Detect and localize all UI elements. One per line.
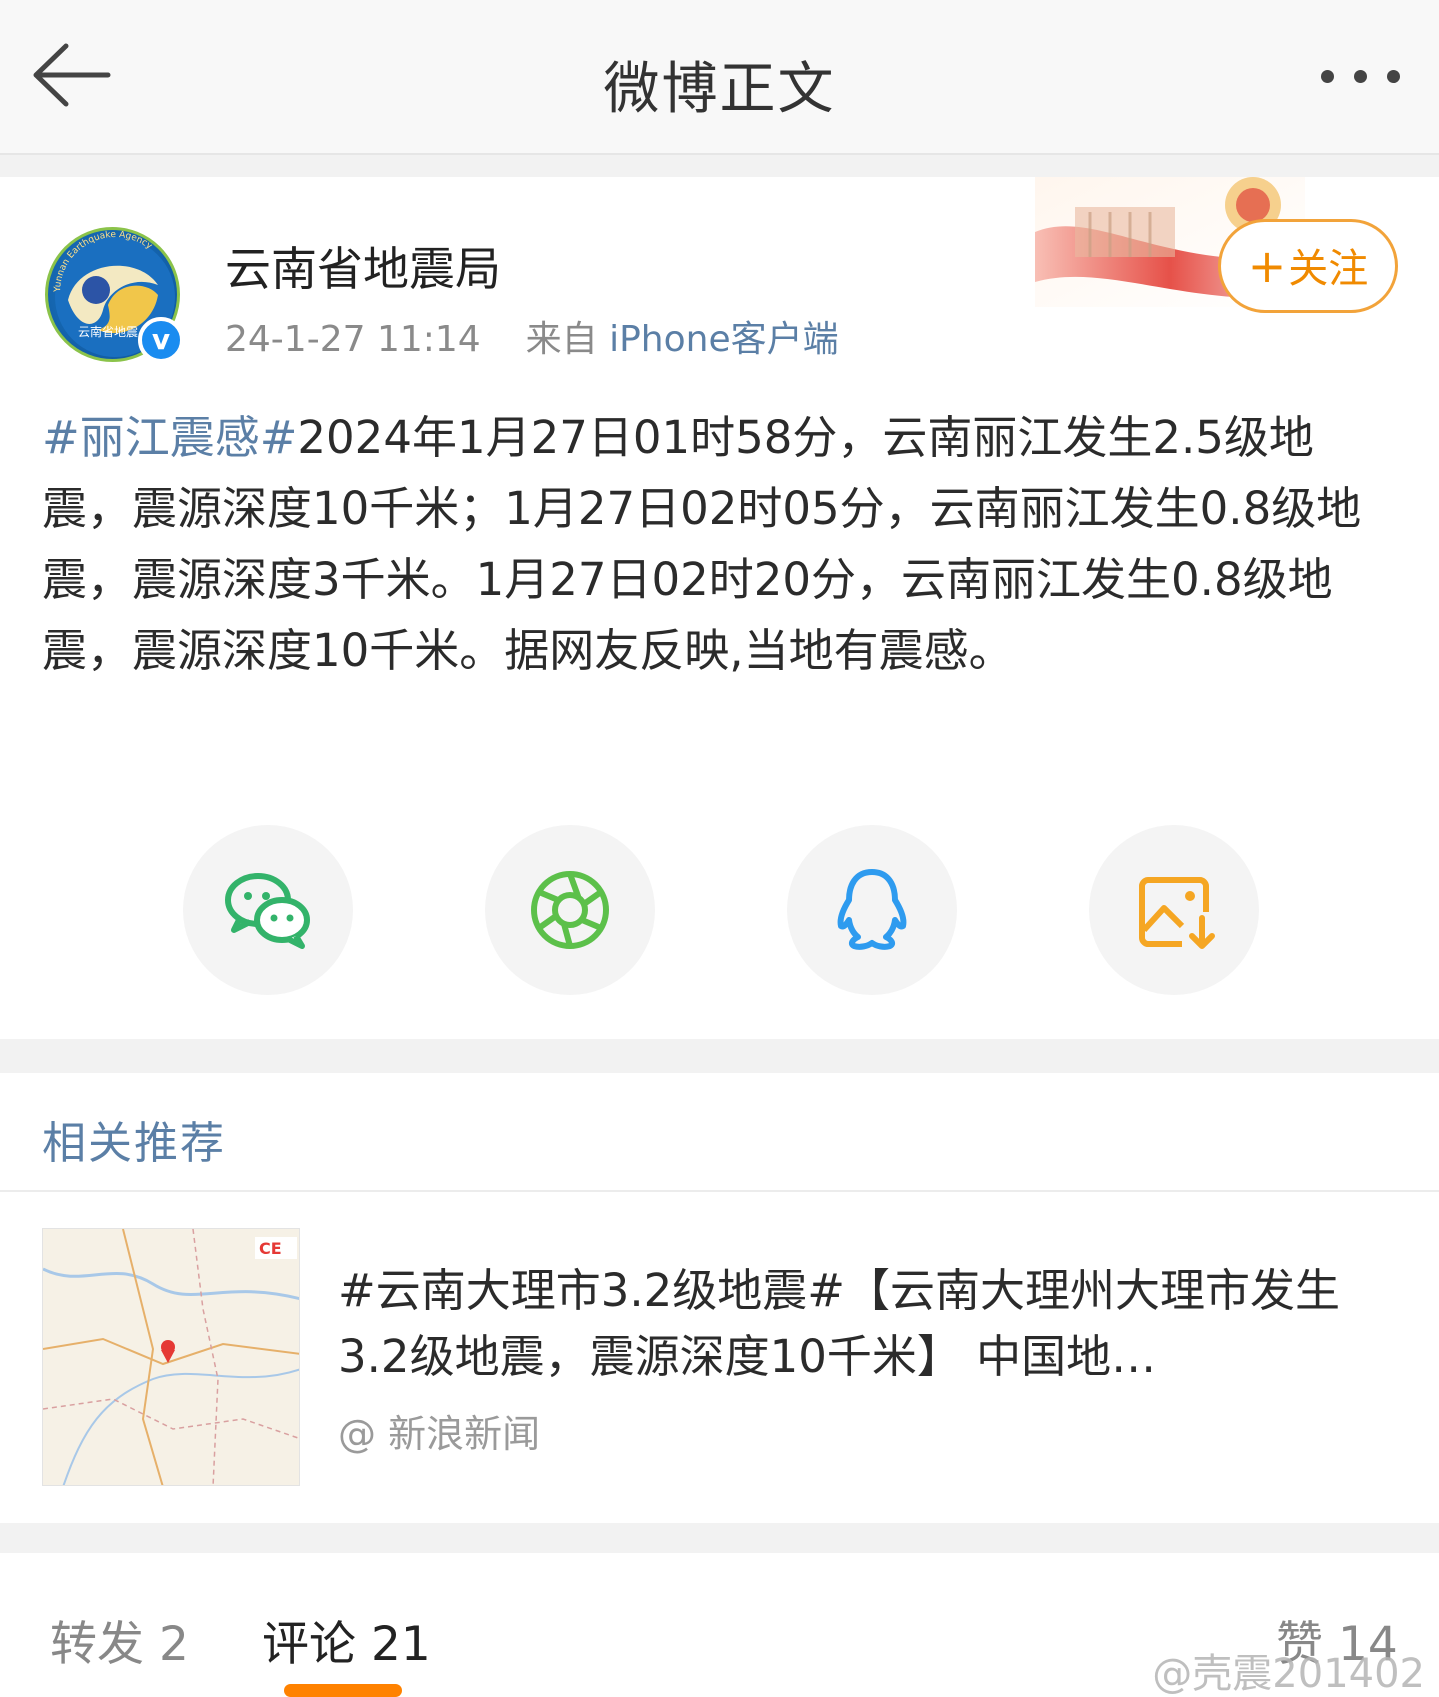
share-moments-button[interactable] bbox=[485, 825, 655, 995]
follow-label: 关注 bbox=[1288, 246, 1369, 292]
qq-icon bbox=[837, 869, 907, 950]
verified-badge-icon: v bbox=[138, 317, 184, 363]
related-item-source: @ 新浪新闻 bbox=[338, 1412, 541, 1456]
source-client[interactable]: iPhone客户端 bbox=[609, 319, 839, 360]
timestamp: 24-1-27 11:14 bbox=[225, 319, 481, 360]
share-qq-button[interactable] bbox=[787, 825, 957, 995]
related-title: 相关推荐 bbox=[42, 1118, 226, 1169]
source-prefix: 来自 bbox=[525, 319, 598, 360]
topic-link[interactable]: #丽江震感# bbox=[42, 411, 297, 464]
post-body: #丽江震感#2024年1月27日01时58分，云南丽江发生2.5级地震，震源深度… bbox=[42, 402, 1382, 686]
map-thumbnail[interactable]: CE bbox=[42, 1228, 300, 1486]
share-wechat-button[interactable] bbox=[183, 825, 353, 995]
svg-text:云南省地震: 云南省地震 bbox=[78, 324, 138, 339]
map-image: CE bbox=[43, 1229, 299, 1485]
divider bbox=[0, 1190, 1439, 1192]
post-card: 云南省地震 Yunnan Earthquake Agency v 云南省地震局 … bbox=[0, 177, 1439, 1039]
active-tab-indicator bbox=[284, 1684, 402, 1697]
related-item-text[interactable]: #云南大理市3.2级地震#【云南大理州大理市发生3.2级地震，震源深度10千米】… bbox=[338, 1258, 1398, 1390]
share-bar bbox=[0, 825, 1439, 995]
more-dots-icon[interactable] bbox=[1321, 70, 1401, 84]
tab-reposts[interactable]: 转发 2 bbox=[50, 1605, 189, 1674]
watermark: @壳震201402 bbox=[1152, 1651, 1425, 1697]
tab-bar: 转发 2 评论 21 赞 14 @壳震201402 bbox=[0, 1553, 1439, 1697]
page-title: 微博正文 bbox=[603, 57, 836, 122]
save-image-icon bbox=[1139, 877, 1215, 949]
save-image-button[interactable] bbox=[1089, 825, 1259, 995]
username[interactable]: 云南省地震局 bbox=[225, 233, 501, 299]
svg-text:CE: CE bbox=[259, 1239, 282, 1258]
wechat-icon bbox=[225, 873, 310, 949]
post-meta: 24-1-27 11:14 来自 iPhone客户端 bbox=[225, 310, 839, 362]
tab-comments[interactable]: 评论 21 bbox=[262, 1605, 431, 1674]
moments-icon bbox=[531, 871, 609, 949]
related-section: 相关推荐 CE #云南大理市3.2级地震#【云南大理州大理市发生3.2级地震，震… bbox=[0, 1073, 1439, 1523]
follow-button[interactable]: +关注 bbox=[1218, 219, 1398, 313]
plus-icon: + bbox=[1247, 239, 1287, 293]
top-bar: 微博正文 bbox=[0, 0, 1439, 155]
